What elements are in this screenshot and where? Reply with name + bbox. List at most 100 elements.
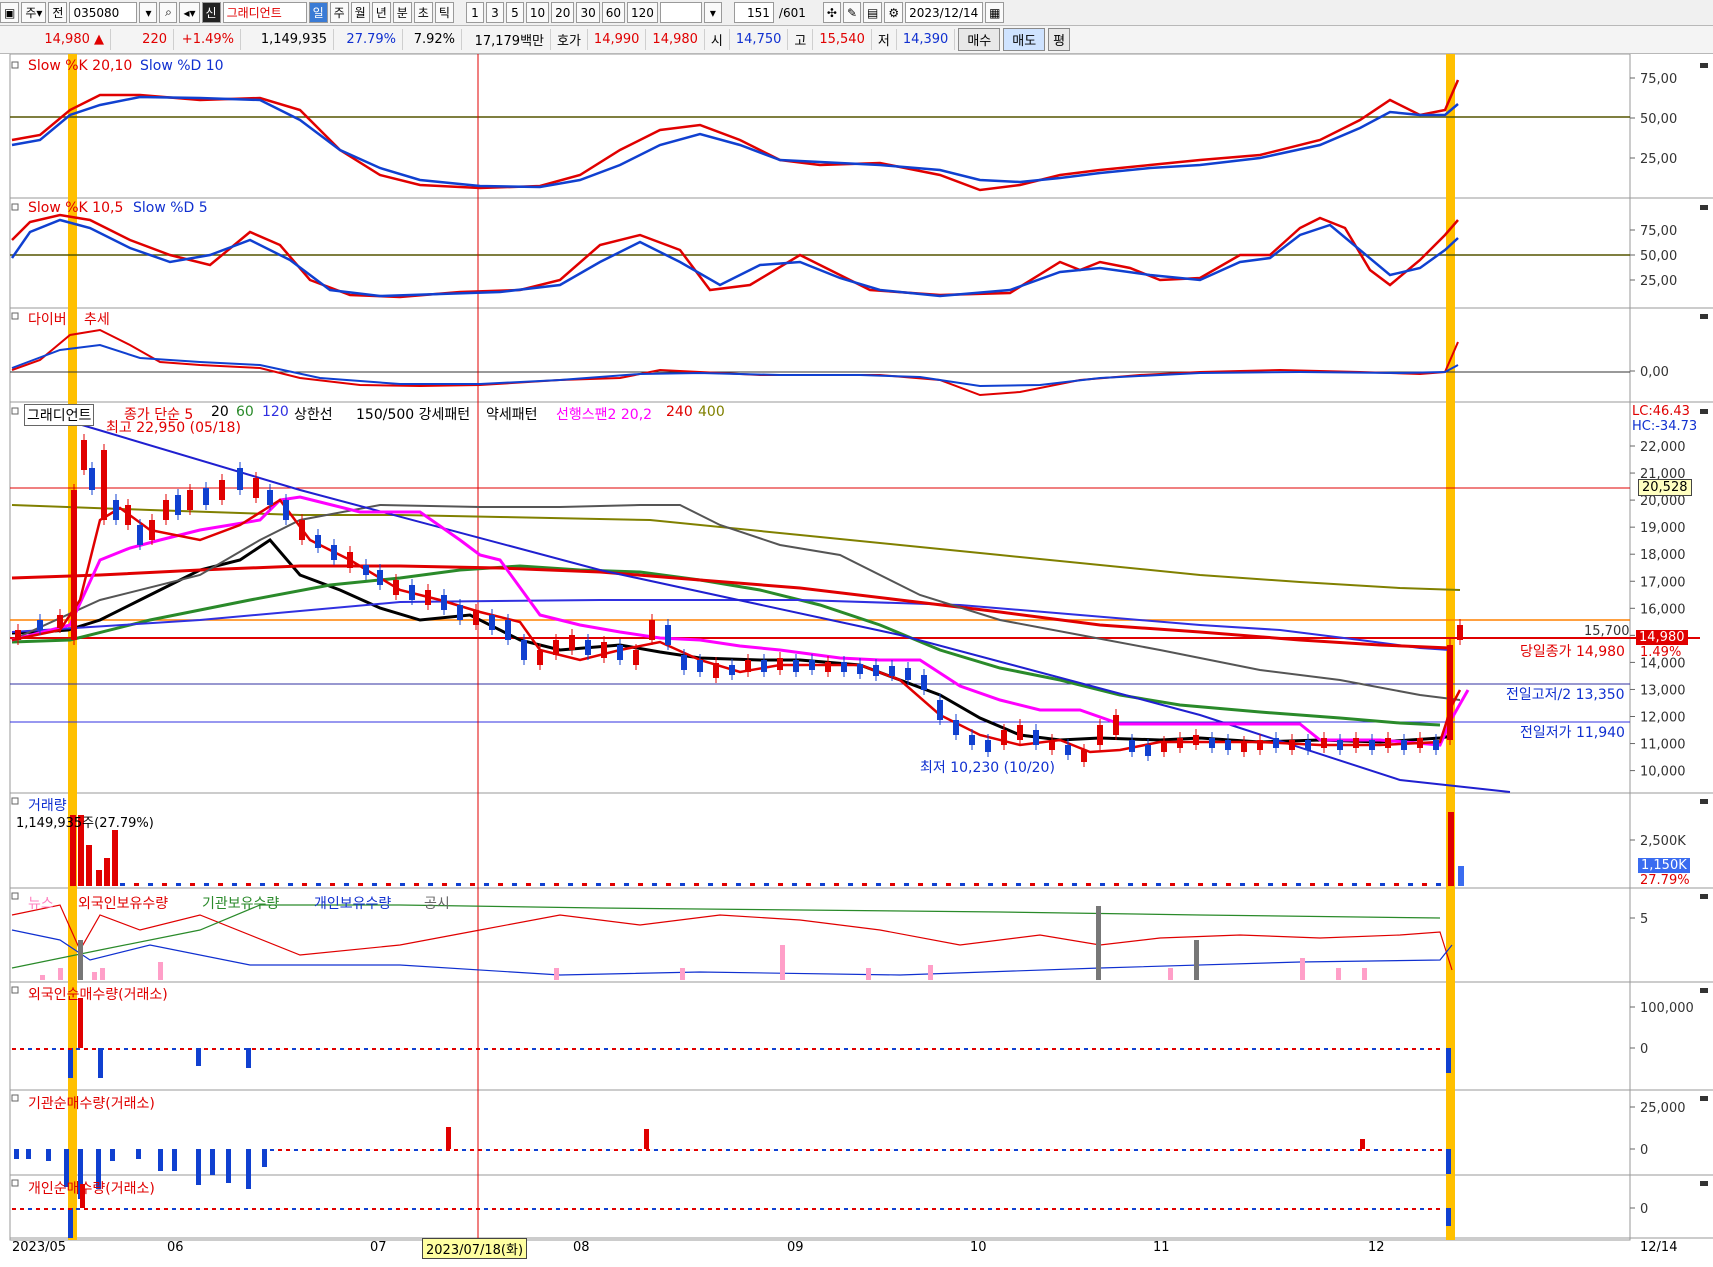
- foreign-net-dot-28: [28, 1048, 32, 1050]
- buy-button[interactable]: 매수: [958, 28, 1001, 51]
- draw-tool-icon[interactable]: ✎: [842, 2, 861, 23]
- volume-tick-834: [834, 883, 839, 886]
- foreign-net-dot-956: [956, 1048, 960, 1050]
- volume-tick-302: [302, 883, 307, 886]
- foreign-net-dot-836: [836, 1048, 840, 1050]
- hold-tick-0: 5: [1640, 912, 1648, 927]
- inst-net-bar-16: [644, 1129, 649, 1149]
- layout-icon[interactable]: ▣: [0, 2, 20, 23]
- retail-net-dot-116: [116, 1208, 120, 1210]
- price-tick-6: 16,000: [1640, 602, 1686, 617]
- gear-icon[interactable]: ⚙: [884, 2, 904, 23]
- news-bar-0: [40, 975, 45, 980]
- retail-net-dot-1420: [1420, 1208, 1424, 1210]
- interval-5[interactable]: 5: [505, 2, 524, 23]
- stock-chart[interactable]: 75,00 50,00 25,00 75,00 50,00 25,00 0,00 22,000…: [0, 54, 1713, 1267]
- date-input[interactable]: 2023/12/14: [905, 2, 984, 23]
- foreign-net-dot-1140: [1140, 1048, 1144, 1050]
- inst-net-dot-1118: [1118, 1149, 1122, 1151]
- candle-body-93: [1457, 625, 1463, 640]
- inst-net-dot-1286: [1286, 1149, 1290, 1151]
- candle-body-68: [1065, 745, 1071, 755]
- foreign-net-dot-548: [548, 1048, 552, 1050]
- interval-1[interactable]: 1: [465, 2, 484, 23]
- calendar-icon[interactable]: ▦: [985, 2, 1005, 23]
- retail-net-dot-92: [92, 1208, 96, 1210]
- foreign-net-dot-444: [444, 1048, 448, 1050]
- retail-net-dot-404: [404, 1208, 408, 1210]
- search-icon[interactable]: ⌕: [159, 2, 178, 23]
- volume-tick-610: [610, 883, 615, 886]
- volume-tick-1142: [1142, 883, 1147, 886]
- custom-interval-input[interactable]: [659, 2, 702, 23]
- tab-minute[interactable]: 분: [392, 2, 412, 23]
- inst-net-dot-430: [430, 1149, 434, 1151]
- retail-net-dot-1292: [1292, 1208, 1296, 1210]
- tab-second[interactable]: 초: [413, 2, 433, 23]
- tab-month[interactable]: 월: [350, 2, 370, 23]
- retail-net-dot-1132: [1132, 1208, 1136, 1210]
- foreign-net-dot-20: [20, 1048, 24, 1050]
- tab-week[interactable]: 주: [329, 2, 349, 23]
- interval-30[interactable]: 30: [576, 2, 600, 23]
- crosshair-icon[interactable]: ✣: [822, 2, 841, 23]
- interval-60[interactable]: 60: [601, 2, 626, 23]
- inst-net-dot-1126: [1126, 1149, 1130, 1151]
- candle-body-47: [729, 665, 735, 675]
- inst-net-dot-1110: [1110, 1149, 1114, 1151]
- interval-dropdown-icon[interactable]: ▾: [703, 2, 722, 23]
- prev-button[interactable]: 전: [48, 2, 68, 23]
- foreign-net-dot-1212: [1212, 1048, 1216, 1050]
- foreign-net-dot-1396: [1396, 1048, 1400, 1050]
- code-input[interactable]: 035080: [69, 2, 138, 23]
- sell-button[interactable]: 매도: [1003, 28, 1046, 51]
- retail-net-dot-1436: [1436, 1208, 1440, 1210]
- speaker-icon[interactable]: ◂▾: [179, 2, 200, 23]
- foreign-net-dot-1332: [1332, 1048, 1336, 1050]
- candle-body-37: [569, 635, 575, 650]
- tab-day[interactable]: 일: [308, 2, 328, 23]
- foreign-net-dot-660: [660, 1048, 664, 1050]
- retail-net-dot-796: [796, 1208, 800, 1210]
- retail-net-dot-1244: [1244, 1208, 1248, 1210]
- candle-body-9: [137, 525, 143, 545]
- volume-tick-568: [568, 883, 573, 886]
- retail-net-dot-12: [12, 1208, 16, 1210]
- volume-tick-1268: [1268, 883, 1273, 886]
- inst-net-dot-582: [582, 1149, 586, 1151]
- code-dropdown-icon[interactable]: ▾: [139, 2, 158, 23]
- retail-net-dot-220: [220, 1208, 224, 1210]
- tab-year[interactable]: 년: [371, 2, 391, 23]
- candle-body-63: [985, 740, 991, 752]
- retail-net-dot-764: [764, 1208, 768, 1210]
- disclosure-legend: 공시: [424, 896, 450, 912]
- foreign-net-dot-452: [452, 1048, 456, 1050]
- foreign-net-dot-556: [556, 1048, 560, 1050]
- eval-button[interactable]: 평: [1048, 28, 1071, 51]
- retail-net-dot-1260: [1260, 1208, 1264, 1210]
- volume-tick-638: [638, 883, 643, 886]
- inst-net-dot-702: [702, 1149, 706, 1151]
- interval-20[interactable]: 20: [551, 2, 575, 23]
- foreign-net-dot-1132: [1132, 1048, 1136, 1050]
- volume-tick-848: [848, 883, 853, 886]
- inst-net-dot-278: [278, 1149, 282, 1151]
- interval-3[interactable]: 3: [485, 2, 504, 23]
- foreign-net-dot-60: [60, 1048, 64, 1050]
- stoch2-k-title: Slow %K 10,5: [28, 200, 124, 216]
- interval-120[interactable]: 120: [627, 2, 658, 23]
- stock-name[interactable]: 그래디언트: [222, 2, 307, 23]
- retail-net-dot-20: [20, 1208, 24, 1210]
- inst-net-dot-1438: [1438, 1149, 1442, 1151]
- save-icon[interactable]: ▤: [863, 2, 883, 23]
- inst-net-dot-350: [350, 1149, 354, 1151]
- period-select[interactable]: 주 ▾: [21, 2, 47, 23]
- volume-tick-1156: [1156, 883, 1161, 886]
- candle-body-6: [101, 450, 107, 520]
- retail-net-dot-876: [876, 1208, 880, 1210]
- count-input[interactable]: 151: [733, 2, 774, 23]
- interval-10[interactable]: 10: [525, 2, 550, 23]
- foreign-net-dot-580: [580, 1048, 584, 1050]
- retail-net-dot-1252: [1252, 1208, 1256, 1210]
- tab-tick[interactable]: 틱: [434, 2, 454, 23]
